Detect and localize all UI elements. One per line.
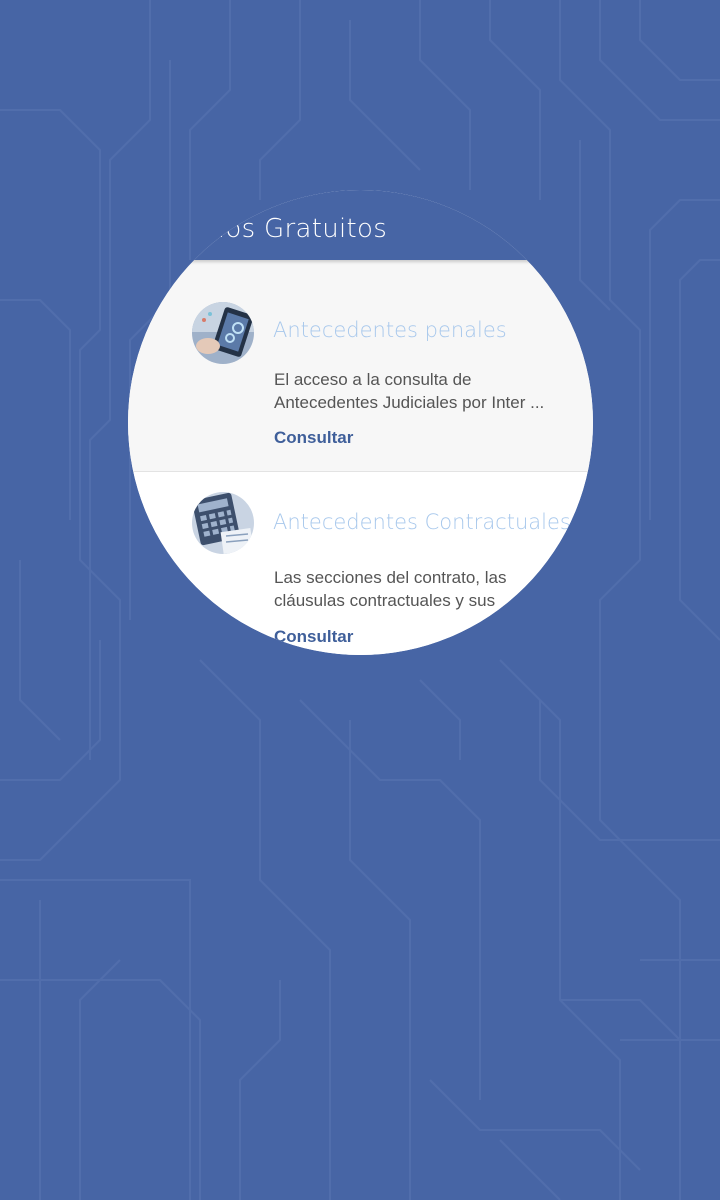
service-title: Antecedentes Contractuales xyxy=(273,510,571,534)
description-line: cláusulas contractuales y sus xyxy=(274,591,496,610)
service-card[interactable]: Antecedentes Contractuales Las secciones… xyxy=(128,472,593,655)
description-line: El acceso a la consulta de xyxy=(274,370,472,389)
service-card[interactable]: Antecedentes penales El acceso a la cons… xyxy=(128,260,593,472)
description-line: Las secciones del contrato, las xyxy=(274,568,507,587)
consultar-link[interactable]: Consultar xyxy=(274,428,353,448)
service-description: Las secciones del contrato, las cláusula… xyxy=(274,566,569,612)
tablet-chart-icon xyxy=(192,302,254,364)
calculator-icon xyxy=(192,492,254,554)
app-header: Servicios Gratuitos xyxy=(128,190,593,260)
magnifier-lens: Servicios Gratuitos Antecedentes penales… xyxy=(128,190,593,655)
consultar-link[interactable]: Consultar xyxy=(274,627,353,647)
service-description: El acceso a la consulta de Antecedentes … xyxy=(274,368,569,414)
page-title: Servicios Gratuitos xyxy=(136,214,388,244)
service-title: Antecedentes penales xyxy=(273,318,507,342)
description-line: Antecedentes Judiciales por Inter ... xyxy=(274,393,545,412)
